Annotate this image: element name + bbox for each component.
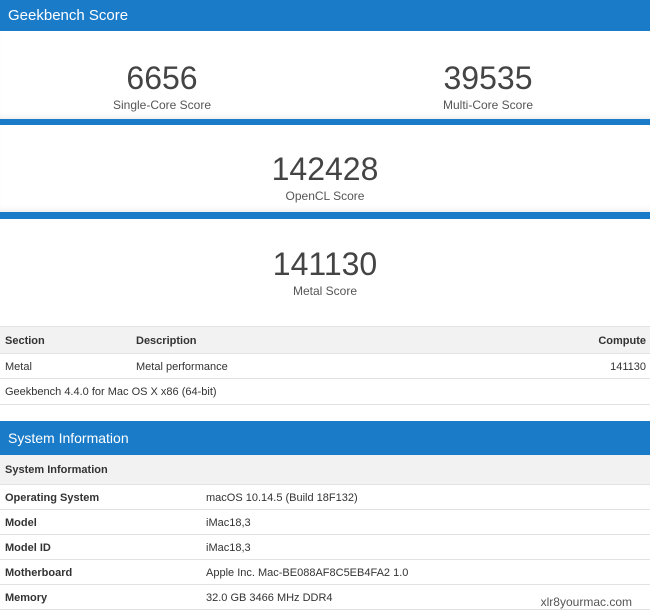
- table-row: Operating System macOS 10.14.5 (Build 18…: [0, 485, 650, 510]
- row-value: 32.0 GB 3466 MHz DDR4: [206, 592, 333, 604]
- metal-score-label: Metal Score: [292, 284, 358, 298]
- row-value: iMac18,3: [206, 542, 251, 554]
- geekbench-score-title: Geekbench Score: [8, 7, 129, 24]
- single-core-score-label: Single-Core Score: [112, 98, 212, 112]
- watermark: xlr8yourmac.com: [540, 595, 632, 609]
- metal-score-value: 141130: [272, 246, 378, 282]
- compute-table-header: Section Description Compute: [0, 326, 650, 354]
- metal-score: 141130 Metal Score: [225, 247, 425, 298]
- row-label: Operating System: [5, 492, 100, 504]
- version-text: Geekbench 4.4.0 for Mac OS X x86 (64-bit…: [5, 386, 217, 398]
- system-information-header: System Information: [0, 421, 650, 455]
- section-column-header: Section: [5, 335, 45, 347]
- opencl-score-block: 142428 OpenCL Score: [0, 125, 650, 212]
- opencl-score-label: OpenCL Score: [285, 189, 365, 203]
- table-cell-description: Metal performance: [136, 361, 228, 373]
- row-label: Model: [5, 517, 37, 529]
- row-value: iMac18,3: [206, 517, 251, 529]
- multi-core-score: 39535 Multi-Core Score: [388, 61, 588, 112]
- opencl-score-value: 142428: [271, 151, 379, 187]
- version-footer: Geekbench 4.4.0 for Mac OS X x86 (64-bit…: [0, 379, 650, 405]
- row-label: Motherboard: [5, 567, 73, 579]
- section-divider: [0, 212, 650, 219]
- single-core-score: 6656 Single-Core Score: [62, 61, 262, 112]
- row-value: Apple Inc. Mac-BE088AF8C5EB4FA2 1.0: [206, 567, 409, 579]
- table-cell-compute: 141130: [610, 361, 646, 373]
- table-row: Metal Metal performance 141130: [0, 354, 650, 379]
- row-label: Model ID: [5, 542, 51, 554]
- multi-core-score-label: Multi-Core Score: [442, 98, 534, 112]
- table-cell-section: Metal: [5, 361, 32, 373]
- description-column-header: Description: [136, 335, 197, 347]
- subheader-label: System Information: [5, 464, 108, 476]
- table-row: Model iMac18,3: [0, 510, 650, 535]
- single-core-score-value: 6656: [126, 60, 198, 96]
- geekbench-score-header: Geekbench Score: [0, 0, 650, 31]
- table-row: Model ID iMac18,3: [0, 535, 650, 560]
- metal-score-block: 141130 Metal Score: [0, 219, 650, 326]
- row-label: Memory: [5, 592, 48, 604]
- row-value: macOS 10.14.5 (Build 18F132): [206, 492, 358, 504]
- compute-column-header: Compute: [598, 335, 646, 347]
- system-information-subheader: System Information: [0, 455, 650, 485]
- cpu-score-block: 6656 Single-Core Score 39535 Multi-Core …: [0, 31, 650, 119]
- system-information-title: System Information: [8, 430, 129, 446]
- multi-core-score-value: 39535: [443, 60, 533, 96]
- opencl-score: 142428 OpenCL Score: [225, 152, 425, 203]
- table-row: Motherboard Apple Inc. Mac-BE088AF8C5EB4…: [0, 560, 650, 585]
